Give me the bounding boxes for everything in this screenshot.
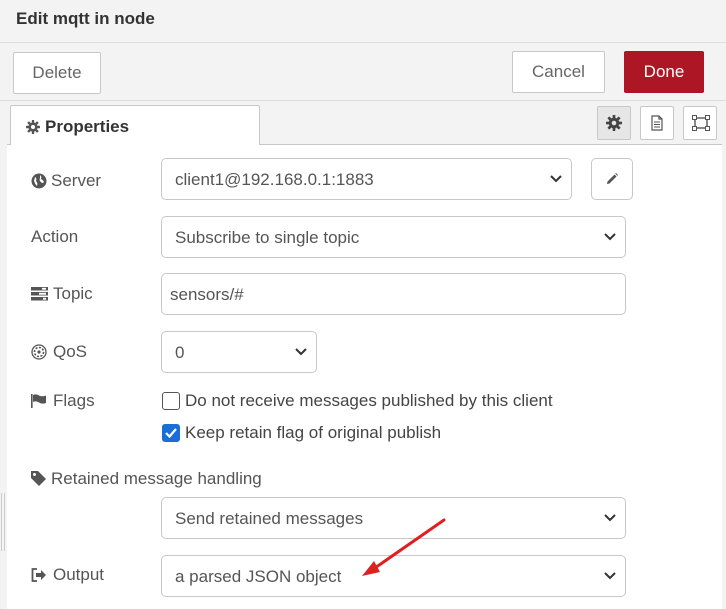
- retained-handling-select[interactable]: Send retained messages: [161, 497, 626, 539]
- properties-panel: Server client1@192.168.0.1:1883 Action S…: [7, 145, 722, 609]
- chevron-down-icon: [550, 175, 562, 183]
- empire-icon: [31, 344, 47, 360]
- tray-header: Edit mqtt in node: [0, 0, 726, 43]
- tray-resize-edge[interactable]: [0, 101, 7, 609]
- tray-title: Edit mqtt in node: [16, 9, 155, 28]
- output-select[interactable]: a parsed JSON object: [161, 555, 626, 597]
- frame-icon: [692, 115, 710, 131]
- cancel-button[interactable]: Cancel: [512, 51, 605, 93]
- sign-out-icon: [31, 568, 46, 582]
- flag-icon: [31, 394, 46, 408]
- pencil-icon: [607, 173, 618, 184]
- node-appearance-button[interactable]: [683, 106, 717, 140]
- action-select[interactable]: Subscribe to single topic: [161, 216, 626, 258]
- done-button[interactable]: Done: [624, 51, 704, 93]
- retain-as-published-label: Keep retain flag of original publish: [185, 423, 442, 442]
- chevron-down-icon: [295, 348, 307, 356]
- edit-server-button[interactable]: [591, 158, 633, 200]
- gear-icon: [606, 115, 622, 131]
- gear-icon: [26, 120, 40, 134]
- tab-bar: Properties: [7, 101, 722, 146]
- delete-button[interactable]: Delete: [13, 52, 101, 94]
- tasks-icon: [31, 287, 48, 301]
- node-description-button[interactable]: [640, 106, 674, 140]
- scrollbar[interactable]: [722, 101, 726, 609]
- tag-icon: [31, 471, 46, 486]
- no-local-label: Do not receive messages published by thi…: [185, 391, 553, 410]
- retain-as-published-checkbox[interactable]: [162, 424, 180, 442]
- tab-properties[interactable]: Properties: [10, 105, 260, 146]
- chevron-down-icon: [604, 514, 616, 522]
- topic-input[interactable]: sensors/#: [161, 273, 626, 315]
- node-settings-button[interactable]: [597, 106, 631, 140]
- chevron-down-icon: [604, 572, 616, 580]
- server-select[interactable]: client1@192.168.0.1:1883: [161, 158, 572, 200]
- document-icon: [651, 115, 663, 131]
- tab-properties-label: Properties: [45, 117, 130, 136]
- checkmark-icon: [165, 428, 177, 439]
- chevron-down-icon: [604, 233, 616, 241]
- resize-grip[interactable]: [1, 493, 5, 551]
- tray-toolbar: Delete Cancel Done: [0, 43, 726, 101]
- globe-icon: [31, 173, 47, 189]
- no-local-checkbox[interactable]: [162, 392, 180, 410]
- qos-select[interactable]: 0: [161, 331, 317, 373]
